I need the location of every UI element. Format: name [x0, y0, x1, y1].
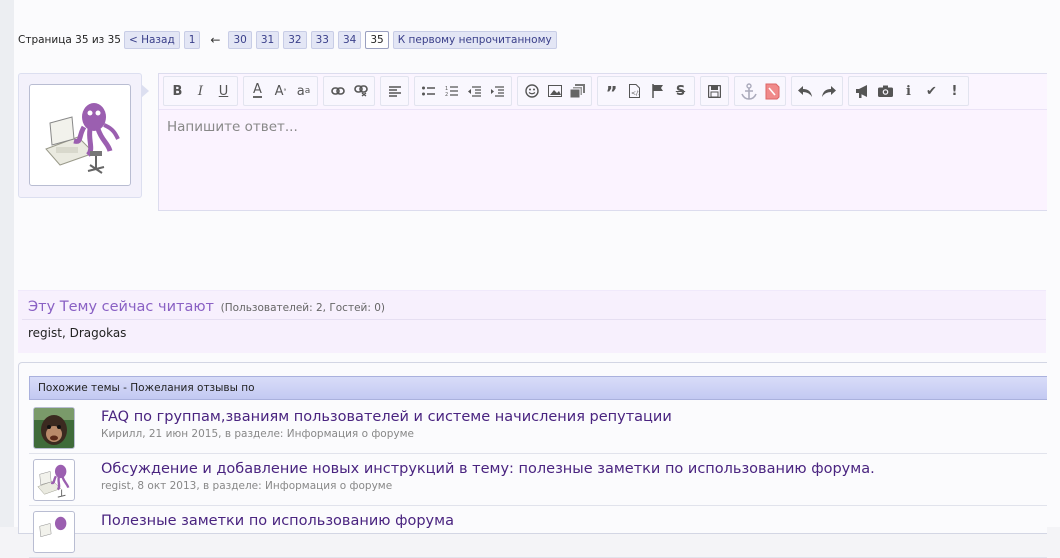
similar-threads-block: Похожие темы - Пожелания отзывы по FAQ п…: [18, 362, 1047, 558]
similar-threads-header: Похожие темы - Пожелания отзывы по: [29, 376, 1047, 400]
camera-icon[interactable]: [874, 80, 897, 102]
thread-meta: regist, 8 окт 2013, в разделе: Информаци…: [101, 480, 393, 492]
italic-icon[interactable]: I: [189, 80, 212, 102]
thread-author-avatar[interactable]: [33, 459, 75, 501]
exclamation-icon[interactable]: !: [943, 80, 966, 102]
reply-avatar-box: [18, 73, 149, 198]
toolbar-group-text-style: B I U: [163, 76, 238, 106]
page-33-button[interactable]: 33: [310, 31, 334, 49]
indent-icon[interactable]: [486, 80, 509, 102]
underline-icon[interactable]: U: [212, 80, 235, 102]
viewers-divider: [22, 319, 1046, 320]
monkey-avatar-icon: [34, 408, 74, 448]
thread-title-link[interactable]: Обсуждение и добавление новых инструкций…: [101, 461, 875, 477]
toolbar-group-lists: 12: [414, 76, 512, 106]
save-draft-icon[interactable]: [703, 80, 726, 102]
page-30-button[interactable]: 30: [228, 31, 252, 49]
toolbar-group-media: [517, 76, 592, 106]
first-unread-button[interactable]: К первому непрочитанному: [392, 31, 557, 49]
octopus-computer-icon: [39, 516, 67, 538]
image-icon[interactable]: [543, 80, 566, 102]
viewers-title: Эту Тему сейчас читают (Пользователей: 2…: [28, 299, 385, 315]
svg-text:</>: </>: [631, 90, 640, 97]
toolbar-group-history: [791, 76, 843, 106]
page-31-button[interactable]: 31: [255, 31, 280, 49]
smilie-icon[interactable]: [520, 80, 543, 102]
left-sidebar-strip: [0, 0, 14, 527]
thread-title-link[interactable]: FAQ по группам,званиям пользователей и с…: [101, 409, 672, 425]
link-icon[interactable]: [326, 80, 349, 102]
avatar[interactable]: [29, 84, 131, 186]
pagination-label: Страница 35 из 35: [18, 34, 121, 46]
viewers-counts: (Пользователей: 2, Гостей: 0): [220, 302, 386, 314]
font-family-icon[interactable]: aa: [292, 80, 315, 102]
tag-icon[interactable]: [760, 80, 783, 102]
thread-author-avatar[interactable]: [33, 407, 75, 449]
toolbar-group-blocks: ” </> S: [597, 76, 695, 106]
outdent-icon[interactable]: [463, 80, 486, 102]
quote-icon[interactable]: ”: [600, 80, 623, 103]
redo-icon[interactable]: [817, 80, 840, 102]
thread-meta: Кирилл, 21 июн 2015, в разделе: Информац…: [101, 428, 414, 440]
flag-icon[interactable]: [646, 80, 669, 102]
editor-toolbar: B I U A Aᵃ aa 12 ” </ S i ✔ !: [159, 74, 1047, 108]
toolbar-group-font: A Aᵃ aa: [243, 76, 318, 106]
anchor-icon[interactable]: [737, 80, 760, 102]
reply-textarea[interactable]: Напишите ответ...: [159, 109, 1047, 210]
similar-thread-item[interactable]: FAQ по группам,званиям пользователей и с…: [29, 403, 1047, 454]
toolbar-group-misc: i ✔ !: [848, 76, 969, 106]
toolbar-group-draft: [700, 76, 729, 106]
undo-icon[interactable]: [794, 80, 817, 102]
prev-page-button[interactable]: < Назад: [123, 31, 180, 49]
toolbar-group-link: [323, 76, 375, 106]
font-size-icon[interactable]: Aᵃ: [269, 80, 292, 102]
octopus-computer-icon: [37, 464, 70, 498]
viewers-list[interactable]: regist, Dragokas: [28, 326, 126, 340]
media-icon[interactable]: [566, 80, 589, 102]
numbered-list-icon[interactable]: 12: [440, 80, 463, 102]
thread-viewers-block: Эту Тему сейчас читают (Пользователей: 2…: [18, 290, 1046, 353]
bullet-list-icon[interactable]: [417, 80, 440, 102]
megaphone-icon[interactable]: [851, 80, 874, 102]
similar-thread-item[interactable]: Обсуждение и добавление новых инструкций…: [29, 455, 1047, 506]
page-skip-arrow-icon[interactable]: ←: [210, 33, 220, 47]
thread-author-avatar[interactable]: [33, 511, 75, 553]
svg-text:2: 2: [445, 92, 448, 97]
similar-thread-item[interactable]: Полезные заметки по использованию форума: [29, 507, 1047, 558]
align-icon[interactable]: [383, 80, 406, 102]
code-icon[interactable]: </>: [623, 80, 646, 102]
page-1-button[interactable]: 1: [183, 31, 201, 49]
bold-icon[interactable]: B: [166, 80, 189, 102]
viewers-title-text: Эту Тему сейчас читают: [28, 299, 214, 315]
page-32-button[interactable]: 32: [283, 31, 307, 49]
reply-editor: B I U A Aᵃ aa 12 ” </ S i ✔ ! Напишите о…: [158, 73, 1047, 211]
strikethrough-icon[interactable]: S: [669, 80, 692, 102]
check-icon[interactable]: ✔: [920, 80, 943, 102]
toolbar-group-align: [380, 76, 409, 106]
pagination: Страница 35 из 35 < Назад 1 ← 30 31 32 3…: [18, 31, 561, 49]
page-34-button[interactable]: 34: [337, 31, 362, 49]
font-color-icon[interactable]: A: [246, 80, 269, 102]
octopus-computer-icon: [45, 103, 120, 174]
unlink-icon[interactable]: [349, 80, 372, 102]
info-icon[interactable]: i: [897, 80, 920, 102]
toolbar-group-extra: [734, 76, 786, 106]
page-35-current[interactable]: 35: [365, 31, 389, 49]
